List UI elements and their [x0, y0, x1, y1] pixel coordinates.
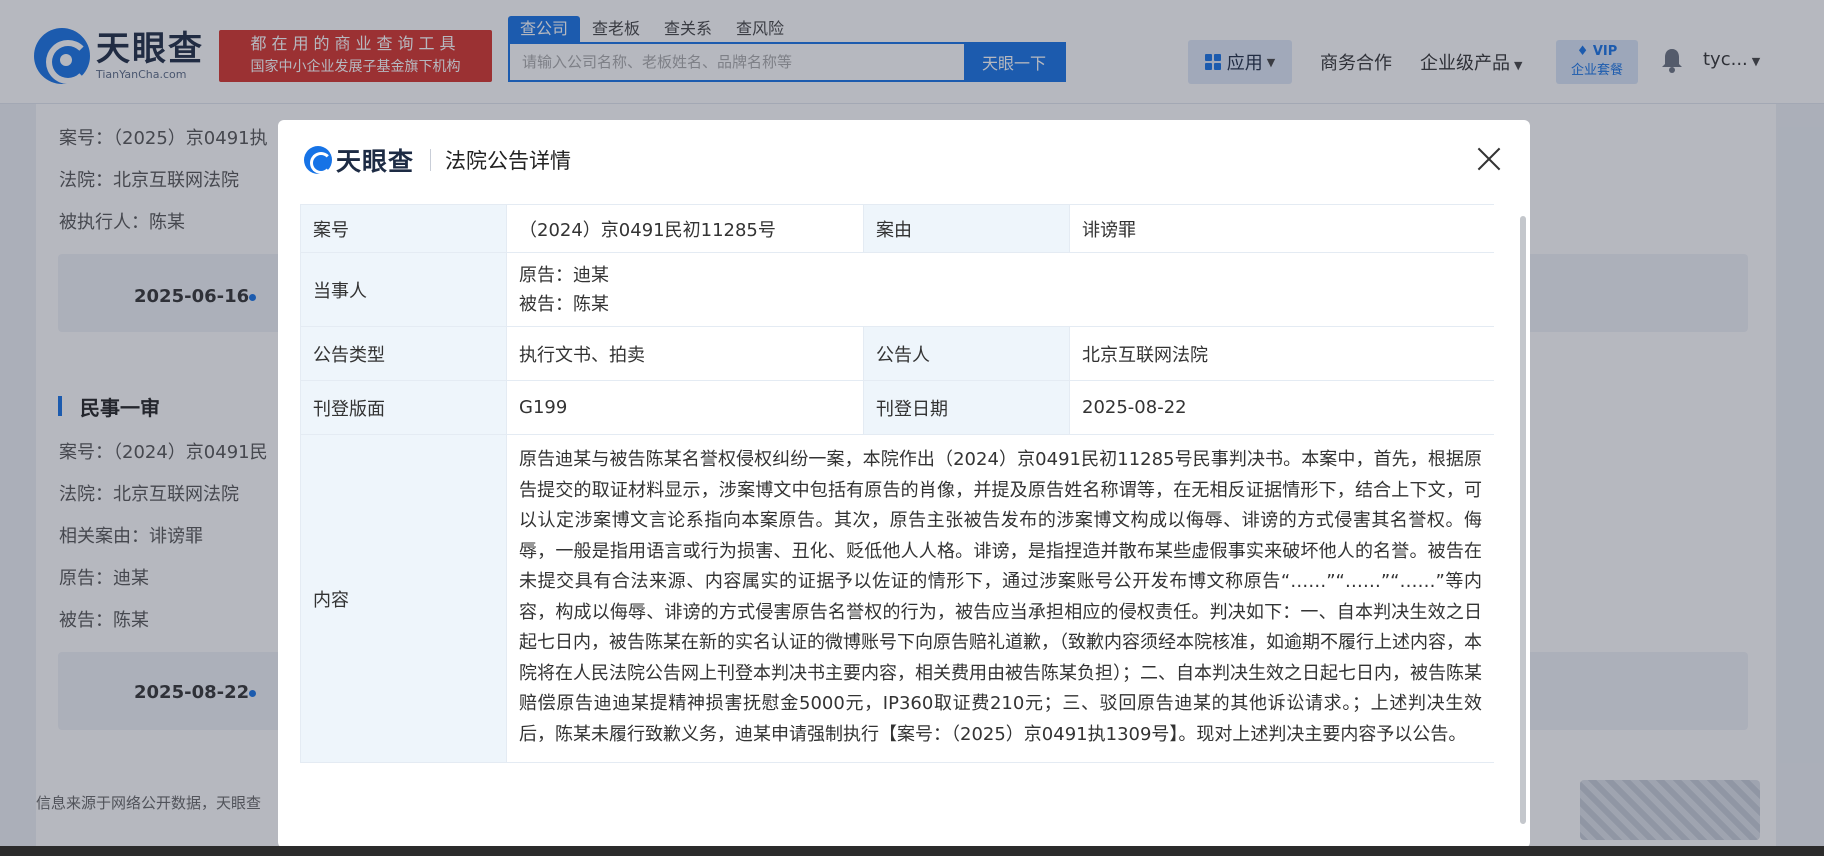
- modal-header: 天眼查 法院公告详情: [278, 120, 1530, 200]
- type-value: 执行文书、拍卖: [506, 326, 864, 381]
- table-row: 公告类型 执行文书、拍卖 公告人 北京互联网法院: [300, 326, 1494, 381]
- cause-label: 案由: [863, 204, 1070, 253]
- bottom-strip: [0, 846, 1824, 856]
- type-label: 公告类型: [300, 326, 507, 381]
- notice-detail-table: 案号 （2024）京0491民初11285号 案由 诽谤罪 当事人 原告：迪某 …: [300, 204, 1494, 763]
- tianyancha-logo-icon: [304, 146, 332, 174]
- parties-value: 原告：迪某 被告：陈某: [506, 252, 1494, 327]
- content-label: 内容: [300, 434, 507, 763]
- modal-scrollbar[interactable]: [1520, 216, 1526, 824]
- modal-title: 法院公告详情: [445, 149, 572, 173]
- defendant-value: 被告：陈某: [519, 293, 609, 315]
- page-label: 刊登版面: [300, 380, 507, 435]
- court-notice-modal: 天眼查 法院公告详情 案号 （2024）京0491民初11285号 案由 诽谤罪…: [278, 120, 1530, 848]
- case-no-label: 案号: [300, 204, 507, 253]
- case-no-value: （2024）京0491民初11285号: [506, 204, 864, 253]
- table-row: 刊登版面 G199 刊登日期 2025-08-22: [300, 380, 1494, 435]
- page-value: G199: [506, 380, 864, 435]
- cause-value: 诽谤罪: [1069, 204, 1494, 253]
- publish-date-value: 2025-08-22: [1069, 380, 1494, 435]
- announcer-value: 北京互联网法院: [1069, 326, 1494, 381]
- modal-logo-name: 天眼查: [336, 147, 415, 176]
- table-row: 案号 （2024）京0491民初11285号 案由 诽谤罪: [300, 204, 1494, 253]
- header-divider: [430, 149, 432, 171]
- close-icon[interactable]: [1476, 146, 1502, 172]
- table-row: 当事人 原告：迪某 被告：陈某: [300, 252, 1494, 327]
- modal-body[interactable]: 案号 （2024）京0491民初11285号 案由 诽谤罪 当事人 原告：迪某 …: [300, 204, 1494, 848]
- table-row: 内容 原告迪某与被告陈某名誉权侵权纠纷一案，本院作出（2024）京0491民初1…: [300, 434, 1494, 763]
- publish-date-label: 刊登日期: [863, 380, 1070, 435]
- content-value: 原告迪某与被告陈某名誉权侵权纠纷一案，本院作出（2024）京0491民初1128…: [506, 434, 1494, 763]
- plaintiff-value: 原告：迪某: [519, 264, 609, 286]
- announcer-label: 公告人: [863, 326, 1070, 381]
- parties-label: 当事人: [300, 252, 507, 327]
